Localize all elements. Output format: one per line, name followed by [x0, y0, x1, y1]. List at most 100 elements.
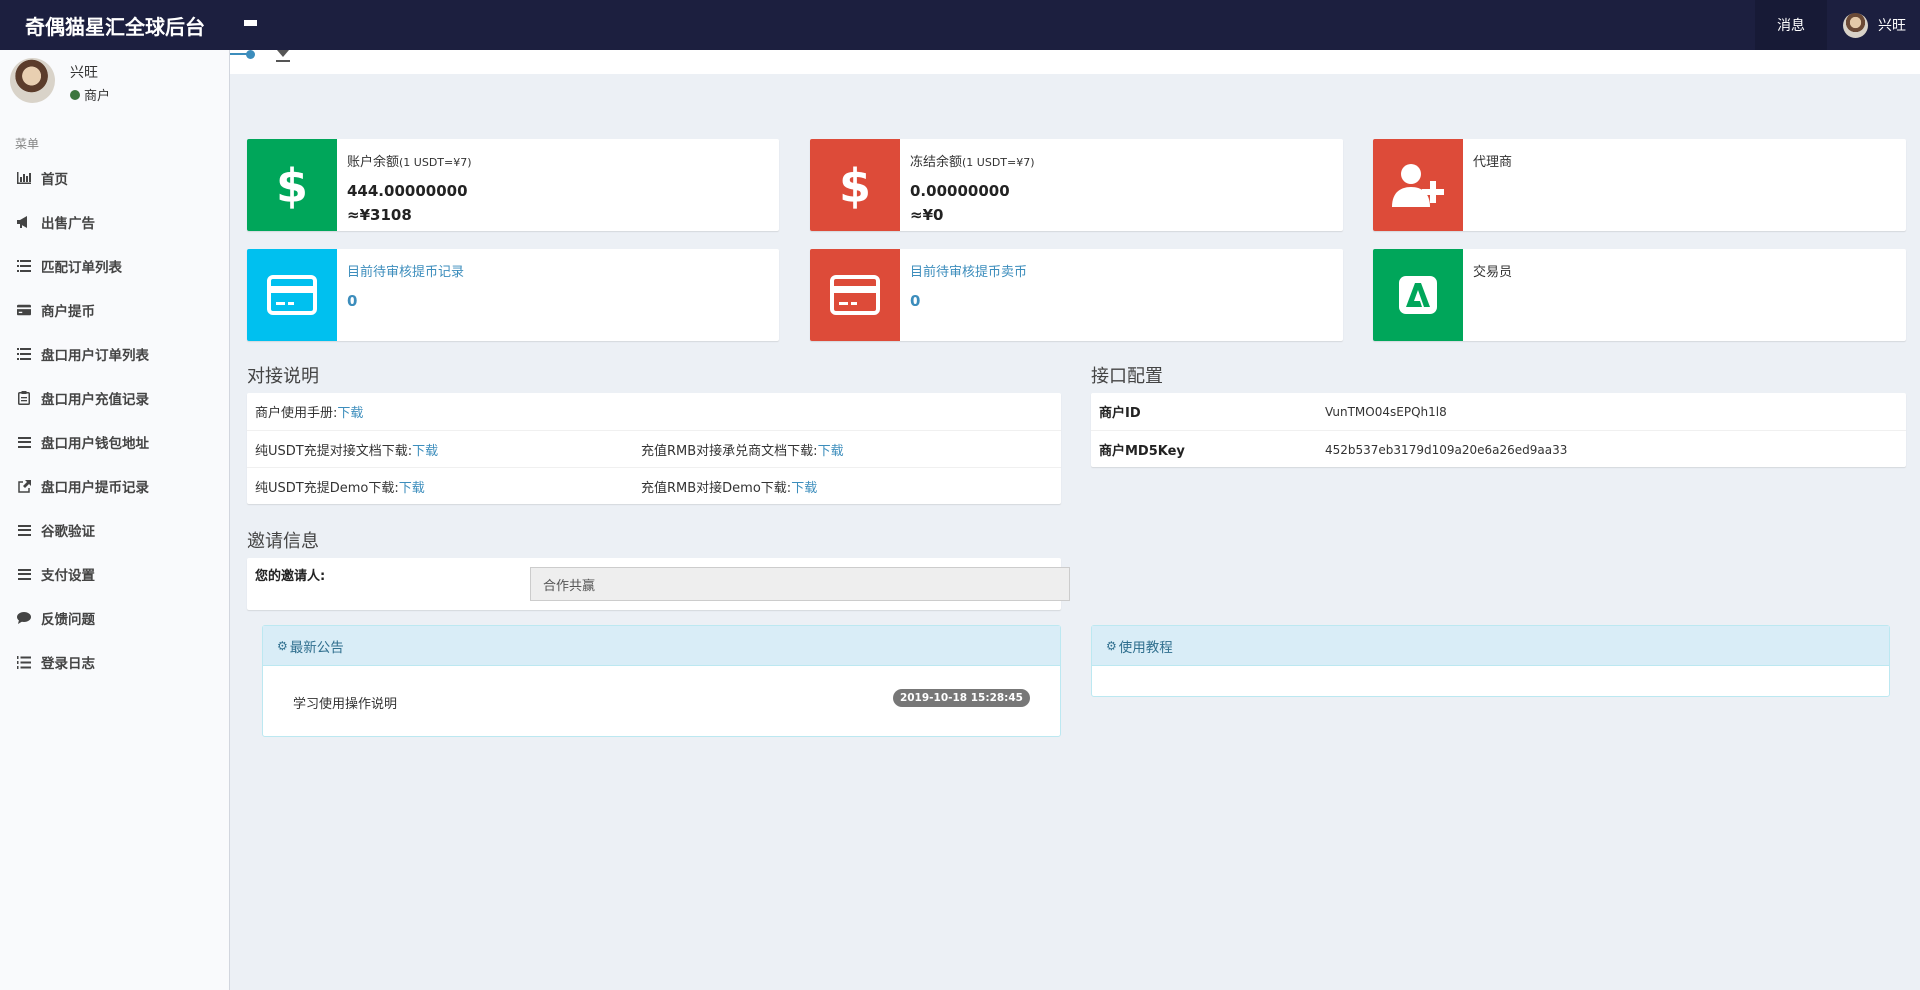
trader-label: 交易员: [1473, 265, 1513, 280]
sidebar-item-home[interactable]: 首页: [0, 156, 229, 200]
pending-withdraw-label[interactable]: 目前待审核提币记录: [347, 261, 464, 280]
top-navbar: 奇偶猫星汇全球后台 消息 兴旺: [0, 0, 1920, 50]
user-panel-status: 商户: [70, 85, 110, 104]
sidebar-toggle-button[interactable]: [230, 0, 270, 50]
usdt-demo-label: 纯USDT充提Demo下载:: [255, 481, 399, 496]
download-icon[interactable]: [274, 50, 292, 64]
sidebar-item-match-orders[interactable]: 匹配订单列表: [0, 244, 229, 288]
slider-knob-icon: [246, 50, 255, 59]
usdt-doc-download-link[interactable]: 下载: [412, 440, 438, 459]
api-config-title: 接口配置: [1091, 366, 1163, 387]
list-ol-icon: [17, 655, 31, 669]
sidebar-item-label: 商户提币: [41, 304, 95, 320]
user-menu[interactable]: 兴旺: [1827, 0, 1920, 50]
announcement-item[interactable]: 学习使用操作说明: [293, 693, 397, 712]
sidebar-item-merchant-withdraw[interactable]: 商户提币: [0, 288, 229, 332]
avatar: [1843, 12, 1868, 38]
sidebar-item-user-orders[interactable]: 盘口用户订单列表: [0, 332, 229, 376]
table-row: 商户MD5Key 452b537eb3179d109a20e6a26ed9aa3…: [1091, 430, 1906, 467]
content-toolbar: [230, 50, 1920, 74]
header-username: 兴旺: [1878, 18, 1906, 34]
list-icon: [17, 259, 31, 273]
sidebar-item-user-recharge[interactable]: 盘口用户充值记录: [0, 376, 229, 420]
manual-download-link[interactable]: 下载: [337, 402, 363, 421]
pending-withdraw-info-box[interactable]: 目前待审核提币记录 0: [247, 249, 779, 341]
announcements-panel: ⚙ 最新公告 学习使用操作说明 2019-10-18 15:28:45: [262, 625, 1061, 737]
bullhorn-icon: [17, 215, 31, 229]
svg-text:$: $: [840, 160, 870, 210]
manual-label: 商户使用手册:: [255, 406, 338, 421]
sidebar-item-label: 登录日志: [41, 656, 95, 672]
user-panel-name: 兴旺: [70, 65, 98, 81]
svg-text:$: $: [277, 160, 307, 210]
trader-info-box[interactable]: 交易员: [1373, 249, 1906, 341]
announcements-title: 最新公告: [289, 639, 344, 656]
brand-logo[interactable]: 奇偶猫星汇全球后台: [0, 11, 230, 40]
hamburger-icon: [243, 19, 257, 31]
avatar: [10, 58, 55, 103]
merchant-id-value: VunTMO04sEPQh1l8: [1325, 404, 1447, 419]
balance-cny: ≈¥3108: [347, 206, 412, 224]
agent-info-box[interactable]: 代理商: [1373, 139, 1906, 231]
bars-icon: [17, 567, 31, 581]
sidebar-item-login-log[interactable]: 登录日志: [0, 640, 229, 684]
sidebar-item-label: 谷歌验证: [41, 524, 95, 540]
balance-amount: 444.00000000: [347, 182, 468, 200]
sidebar-item-label: 盘口用户提币记录: [41, 480, 149, 496]
frozen-amount: 0.00000000: [910, 182, 1010, 200]
md5-key-value: 452b537eb3179d109a20e6a26ed9aa33: [1325, 442, 1568, 457]
sidebar-item-label: 匹配订单列表: [41, 260, 122, 276]
usdt-demo-download-link[interactable]: 下载: [399, 477, 425, 496]
pending-sell-label[interactable]: 目前待审核提币卖币: [910, 261, 1027, 280]
rmb-doc-download-link[interactable]: 下载: [818, 440, 844, 459]
balance-label: 账户余额(1 USDT=¥7): [347, 155, 472, 170]
pending-sell-info-box[interactable]: 目前待审核提币卖币 0: [810, 249, 1343, 341]
main-content: $ 账户余额(1 USDT=¥7) 444.00000000 ≈¥3108 $ …: [230, 50, 1920, 990]
rmb-demo-download-link[interactable]: 下载: [791, 477, 817, 496]
inviter-label: 您的邀请人:: [255, 568, 326, 584]
dollar-icon: $: [247, 139, 337, 231]
external-link-icon: [17, 479, 31, 493]
credit-card-icon: [17, 303, 31, 317]
sidebar-item-label: 盘口用户订单列表: [41, 348, 149, 364]
credit-card-icon: [247, 249, 337, 341]
user-panel-role: 商户: [84, 89, 111, 104]
user-plus-icon: [1373, 139, 1463, 231]
usdt-doc-label: 纯USDT充提对接文档下载:: [255, 444, 413, 459]
navbar-right: 消息 兴旺: [1755, 0, 1920, 50]
sidebar-item-feedback[interactable]: 反馈问题: [0, 596, 229, 640]
balance-info-box: $ 账户余额(1 USDT=¥7) 444.00000000 ≈¥3108: [247, 139, 779, 231]
sidebar-item-label: 支付设置: [41, 568, 95, 584]
table-row: 商户使用手册: 下载: [247, 393, 1061, 430]
rmb-doc-label: 充值RMB对接承兑商文档下载:: [641, 444, 818, 459]
sidebar-item-payment-settings[interactable]: 支付设置: [0, 552, 229, 596]
integration-box: 商户使用手册: 下载 纯USDT充提对接文档下载: 下载 充值RMB对接承兑商文…: [247, 393, 1061, 504]
dollar-icon: $: [810, 139, 900, 231]
sidebar-item-google-auth[interactable]: 谷歌验证: [0, 508, 229, 552]
sidebar-item-user-wallets[interactable]: 盘口用户钱包地址: [0, 420, 229, 464]
invite-title: 邀请信息: [247, 531, 319, 552]
toggle-slider[interactable]: [230, 50, 260, 59]
letter-a-icon: [1373, 249, 1463, 341]
comment-icon: [17, 611, 31, 625]
announcement-date-badge: 2019-10-18 15:28:45: [892, 689, 1030, 707]
sidebar-item-user-withdrawals[interactable]: 盘口用户提币记录: [0, 464, 229, 508]
cogs-icon: ⚙: [1106, 638, 1117, 653]
tutorial-title: 使用教程: [1118, 639, 1173, 656]
sidebar-item-label: 盘口用户充值记录: [41, 392, 149, 408]
table-row: 商户ID VunTMO04sEPQh1l8: [1091, 393, 1906, 430]
md5-key-label: 商户MD5Key: [1099, 444, 1185, 459]
bar-chart-icon: [17, 171, 31, 185]
credit-card-icon: [810, 249, 900, 341]
messages-button[interactable]: 消息: [1755, 0, 1827, 50]
inviter-field[interactable]: 合作共赢: [530, 567, 1070, 601]
merchant-id-label: 商户ID: [1099, 406, 1141, 421]
frozen-cny: ≈¥0: [910, 206, 944, 224]
sidebar-item-label: 盘口用户钱包地址: [41, 436, 149, 452]
sidebar-item-sell-ads[interactable]: 出售广告: [0, 200, 229, 244]
agent-label: 代理商: [1473, 155, 1513, 170]
sidebar-item-label: 首页: [41, 172, 68, 188]
list-icon: [17, 347, 31, 361]
cogs-icon: ⚙: [277, 638, 288, 653]
table-row: 纯USDT充提对接文档下载: 下载 充值RMB对接承兑商文档下载: 下载: [247, 430, 1061, 467]
